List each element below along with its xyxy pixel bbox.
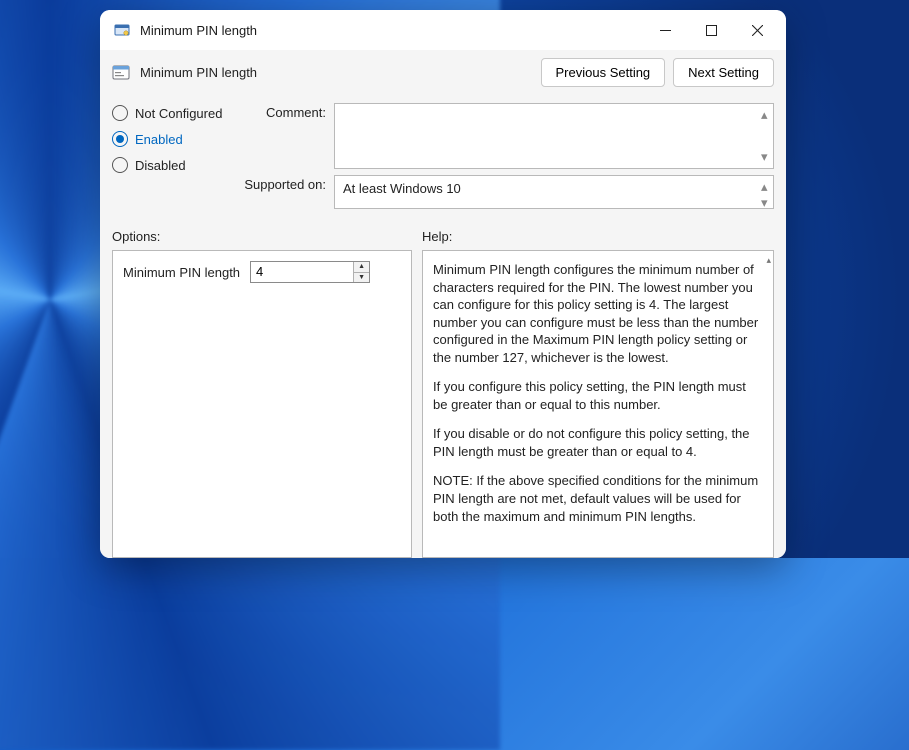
policy-icon (112, 64, 130, 82)
scroll-up-icon: ▴ (761, 107, 771, 123)
radio-label: Enabled (135, 132, 183, 147)
supported-on-label: Supported on: (236, 175, 326, 192)
policy-title: Minimum PIN length (140, 65, 531, 80)
help-paragraph: If you configure this policy setting, th… (433, 378, 759, 413)
maximize-button[interactable] (688, 14, 734, 46)
supported-on-value: At least Windows 10 (343, 181, 461, 196)
options-label: Options: (112, 229, 412, 244)
radio-icon (112, 105, 128, 121)
help-panel: Minimum PIN length configures the minimu… (422, 250, 774, 558)
state-radio-group: Not Configured Enabled Disabled (112, 103, 228, 173)
previous-setting-button[interactable]: Previous Setting (541, 58, 666, 87)
scroll-up-icon: ▴ (766, 254, 771, 266)
radio-enabled[interactable]: Enabled (112, 131, 228, 147)
supported-on-box: At least Windows 10 ▴ ▾ (334, 175, 774, 209)
help-scrollbar[interactable]: ▴ (759, 251, 773, 557)
spinner-up-button[interactable]: ▲ (354, 262, 369, 273)
scroll-down-icon: ▾ (761, 149, 771, 165)
radio-icon (112, 157, 128, 173)
options-panel: Minimum PIN length 4 ▲ ▼ (112, 250, 412, 558)
radio-label: Not Configured (135, 106, 222, 121)
window-title: Minimum PIN length (140, 23, 257, 38)
titlebar: Minimum PIN length (100, 10, 786, 50)
scroll-down-icon: ▾ (761, 195, 771, 211)
min-pin-length-label: Minimum PIN length (123, 265, 240, 280)
comment-input[interactable]: ▴ ▾ (334, 103, 774, 169)
help-paragraph: NOTE: If the above specified conditions … (433, 472, 759, 525)
comment-label: Comment: (236, 103, 326, 120)
min-pin-length-value[interactable]: 4 (251, 262, 353, 282)
radio-icon (112, 131, 128, 147)
spinner-down-button[interactable]: ▼ (354, 273, 369, 283)
radio-not-configured[interactable]: Not Configured (112, 105, 228, 121)
scrollbar[interactable]: ▴ ▾ (761, 179, 771, 205)
close-button[interactable] (734, 14, 780, 46)
help-paragraph: Minimum PIN length configures the minimu… (433, 261, 759, 366)
min-pin-length-spinner[interactable]: 4 ▲ ▼ (250, 261, 370, 283)
radio-label: Disabled (135, 158, 186, 173)
app-icon (114, 22, 130, 38)
help-label: Help: (422, 229, 774, 244)
content-area: Minimum PIN length Previous Setting Next… (100, 50, 786, 558)
scroll-up-icon: ▴ (761, 179, 771, 195)
minimize-button[interactable] (642, 14, 688, 46)
radio-disabled[interactable]: Disabled (112, 157, 228, 173)
next-setting-button[interactable]: Next Setting (673, 58, 774, 87)
policy-editor-window: Minimum PIN length Minimum (100, 10, 786, 558)
scrollbar[interactable]: ▴ ▾ (761, 107, 771, 165)
help-paragraph: If you disable or do not configure this … (433, 425, 759, 460)
